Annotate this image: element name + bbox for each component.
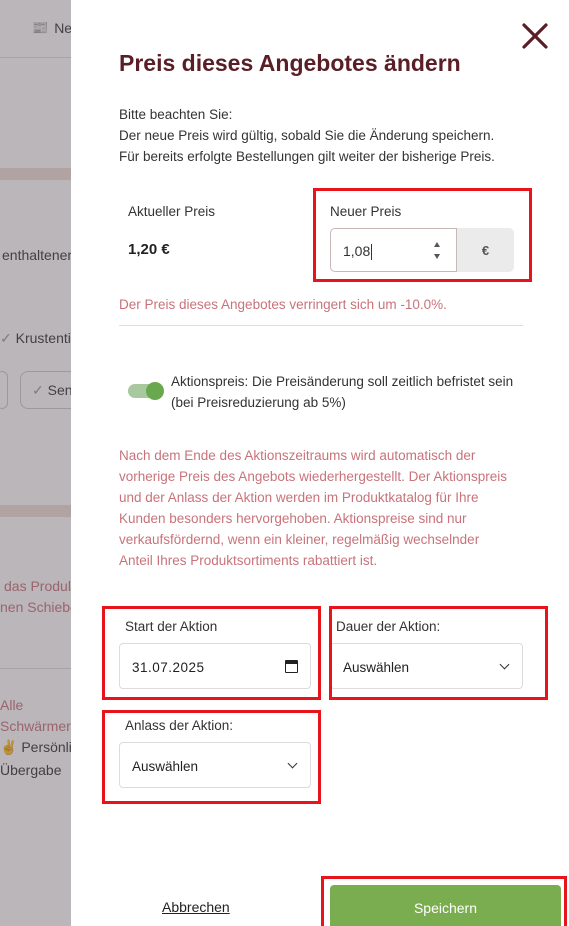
reason-select[interactable]: Auswählen [119,742,311,788]
notice-line: Für bereits erfolgte Bestellungen gilt w… [119,149,495,164]
notice-line: Der neue Preis wird gültig, sobald Sie d… [119,128,495,143]
duration-value: Auswählen [343,660,410,675]
duration-select[interactable]: Auswählen [330,643,523,689]
chevron-down-icon [499,659,510,670]
stepper-up-icon[interactable] [434,242,440,247]
new-price-label: Neuer Preis [330,204,402,219]
modal-title: Preis dieses Angebotes ändern [119,50,461,76]
duration-label: Dauer der Aktion: [336,619,441,634]
divider [119,325,523,326]
new-price-input[interactable]: 1,08 [330,228,457,272]
new-price-input-value: 1,08 [343,243,373,261]
promo-toggle-label: Aktionspreis: Die Preisänderung soll zei… [171,374,514,410]
reason-value: Auswählen [132,759,199,774]
toggle-knob [146,382,164,400]
current-price-label: Aktueller Preis [128,204,216,219]
price-stepper[interactable] [431,242,443,259]
promo-price-toggle[interactable] [128,382,164,400]
promo-info-text: Nach dem Ende des Aktionszeitraums wird … [119,448,507,568]
price-change-modal: Preis dieses Angebotes ändern Bitte beac… [71,0,569,926]
calendar-icon[interactable] [285,660,298,673]
reason-label: Anlass der Aktion: [125,718,234,733]
start-date-label: Start der Aktion [125,619,218,634]
current-price-value: 1,20 € [128,241,170,258]
start-date-value: 31.07.2025 [132,660,205,675]
close-button[interactable] [519,20,551,52]
notice-text: Bitte beachten Sie: Der neue Preis wird … [119,104,539,167]
save-button[interactable]: Speichern [330,885,561,926]
notice-line: Bitte beachten Sie: [119,107,233,122]
close-icon [522,23,548,49]
chevron-down-icon [287,758,298,769]
currency-addon: € [457,228,514,272]
price-change-info: Der Preis dieses Angebotes verringert si… [119,297,447,312]
stepper-down-icon[interactable] [434,254,440,259]
start-date-input[interactable]: 31.07.2025 [119,643,311,689]
cancel-link[interactable]: Abbrechen [162,899,230,915]
